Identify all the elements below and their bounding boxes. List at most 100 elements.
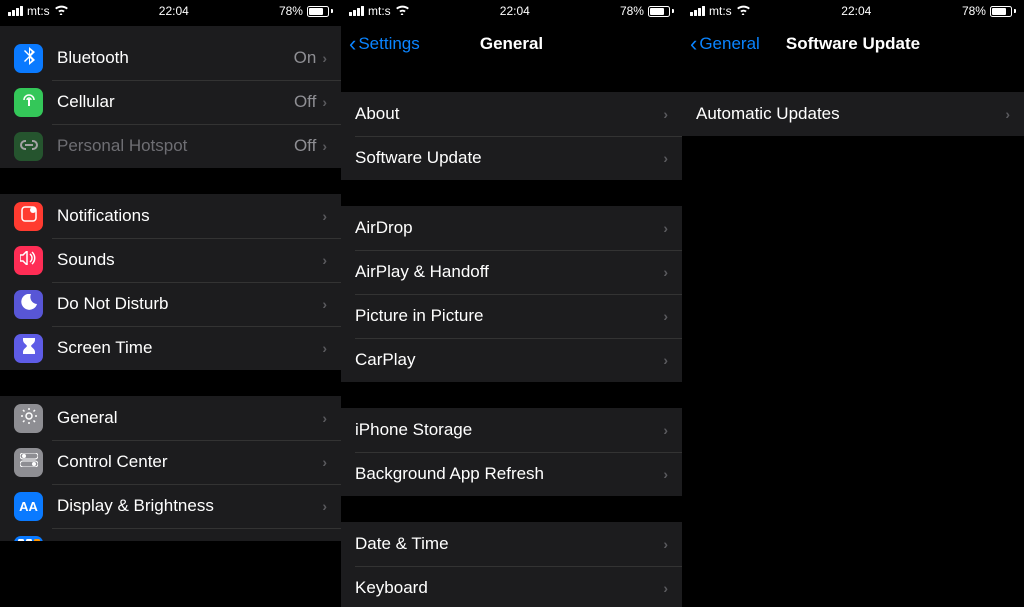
chevron-right-icon: ›: [322, 296, 327, 312]
cellular-signal-icon: [690, 6, 705, 16]
row-display-brightness[interactable]: AA Display & Brightness ›: [0, 484, 341, 528]
sounds-icon: [14, 246, 43, 275]
gear-icon: [14, 404, 43, 433]
cellular-signal-icon: [8, 6, 23, 16]
wifi-icon: [54, 4, 69, 18]
row-label: iPhone Storage: [355, 420, 663, 440]
row-general[interactable]: General ›: [0, 396, 341, 440]
page-title: Software Update: [786, 34, 920, 54]
row-automatic-updates[interactable]: Automatic Updates ›: [682, 92, 1024, 136]
chevron-right-icon: ›: [322, 410, 327, 426]
chevron-right-icon: ›: [322, 252, 327, 268]
status-bar: mt:s 22:04 78%: [682, 0, 1024, 22]
notifications-icon: [14, 202, 43, 231]
row-home-screen[interactable]: Home Screen ›: [0, 528, 341, 541]
row-keyboard[interactable]: Keyboard ›: [341, 566, 682, 607]
row-label: AirDrop: [355, 218, 663, 238]
chevron-right-icon: ›: [322, 138, 327, 154]
back-label: Settings: [358, 34, 419, 54]
cellular-signal-icon: [349, 6, 364, 16]
row-notifications[interactable]: Notifications ›: [0, 194, 341, 238]
row-label: Home Screen: [57, 540, 322, 541]
row-date-time[interactable]: Date & Time ›: [341, 522, 682, 566]
row-label: Background App Refresh: [355, 464, 663, 484]
row-airdrop[interactable]: AirDrop ›: [341, 206, 682, 250]
chevron-right-icon: ›: [663, 352, 668, 368]
chevron-right-icon: ›: [663, 106, 668, 122]
row-personal-hotspot[interactable]: Personal Hotspot Off ›: [0, 124, 341, 168]
wifi-icon: [736, 4, 751, 18]
row-software-update[interactable]: Software Update ›: [341, 136, 682, 180]
software-update-panel: mt:s 22:04 78% ‹ General Software Update…: [682, 0, 1024, 607]
row-value: Off: [294, 136, 316, 156]
chevron-right-icon: ›: [663, 308, 668, 324]
row-label: Personal Hotspot: [57, 136, 294, 156]
chevron-right-icon: ›: [663, 580, 668, 596]
row-label: Display & Brightness: [57, 496, 322, 516]
bluetooth-icon: [14, 44, 43, 73]
chevron-right-icon: ›: [663, 220, 668, 236]
chevron-right-icon: ›: [322, 340, 327, 356]
battery-icon: [307, 6, 333, 17]
carrier-label: mt:s: [27, 4, 50, 18]
row-label: Keyboard: [355, 578, 663, 598]
row-label: Control Center: [57, 452, 322, 472]
row-label: AirPlay & Handoff: [355, 262, 663, 282]
row-iphone-storage[interactable]: iPhone Storage ›: [341, 408, 682, 452]
row-sounds[interactable]: Sounds ›: [0, 238, 341, 282]
battery-icon: [990, 6, 1016, 17]
battery-percent: 78%: [962, 4, 986, 18]
row-value: Off: [294, 92, 316, 112]
chevron-right-icon: ›: [663, 264, 668, 280]
chevron-right-icon: ›: [322, 454, 327, 470]
battery-icon: [648, 6, 674, 17]
row-background-app-refresh[interactable]: Background App Refresh ›: [341, 452, 682, 496]
row-control-center[interactable]: Control Center ›: [0, 440, 341, 484]
chevron-right-icon: ›: [322, 94, 327, 110]
row-label: Sounds: [57, 250, 322, 270]
battery-percent: 78%: [620, 4, 644, 18]
row-label: Notifications: [57, 206, 322, 226]
general-panel: mt:s 22:04 78% ‹ Settings General About …: [341, 0, 682, 607]
row-carplay[interactable]: CarPlay ›: [341, 338, 682, 382]
row-label: Do Not Disturb: [57, 294, 322, 314]
wifi-icon: [395, 4, 410, 18]
row-value: On: [294, 48, 317, 68]
toggles-icon: [14, 448, 43, 477]
app-grid-icon: [14, 536, 43, 542]
clock: 22:04: [500, 4, 530, 18]
row-do-not-disturb[interactable]: Do Not Disturb ›: [0, 282, 341, 326]
chevron-left-icon: ‹: [349, 33, 356, 55]
row-screen-time[interactable]: Screen Time ›: [0, 326, 341, 370]
back-button[interactable]: ‹ Settings: [349, 33, 420, 55]
chevron-right-icon: ›: [322, 498, 327, 514]
row-airplay-handoff[interactable]: AirPlay & Handoff ›: [341, 250, 682, 294]
chevron-right-icon: ›: [322, 208, 327, 224]
chevron-right-icon: ›: [663, 466, 668, 482]
battery-percent: 78%: [279, 4, 303, 18]
row-about[interactable]: About ›: [341, 92, 682, 136]
row-label: Cellular: [57, 92, 294, 112]
chevron-right-icon: ›: [1005, 106, 1010, 122]
page-title: General: [480, 34, 543, 54]
moon-icon: [14, 290, 43, 319]
row-bluetooth[interactable]: Bluetooth On ›: [0, 36, 341, 80]
chevron-right-icon: ›: [663, 422, 668, 438]
chevron-right-icon: ›: [322, 50, 327, 66]
chevron-left-icon: ‹: [690, 33, 697, 55]
row-label: Picture in Picture: [355, 306, 663, 326]
aa-icon: AA: [14, 492, 43, 521]
row-label: CarPlay: [355, 350, 663, 370]
chevron-right-icon: ›: [663, 150, 668, 166]
nav-bar: ‹ Settings General: [341, 22, 682, 66]
settings-root-panel: mt:s 22:04 78% Settings Bluetooth On ›: [0, 0, 341, 607]
back-button[interactable]: ‹ General: [690, 33, 760, 55]
row-label: Date & Time: [355, 534, 663, 554]
row-label: Automatic Updates: [696, 104, 1005, 124]
hotspot-icon: [14, 132, 43, 161]
row-label: About: [355, 104, 663, 124]
row-picture-in-picture[interactable]: Picture in Picture ›: [341, 294, 682, 338]
row-cellular[interactable]: Cellular Off ›: [0, 80, 341, 124]
chevron-right-icon: ›: [663, 536, 668, 552]
cellular-icon: [14, 88, 43, 117]
